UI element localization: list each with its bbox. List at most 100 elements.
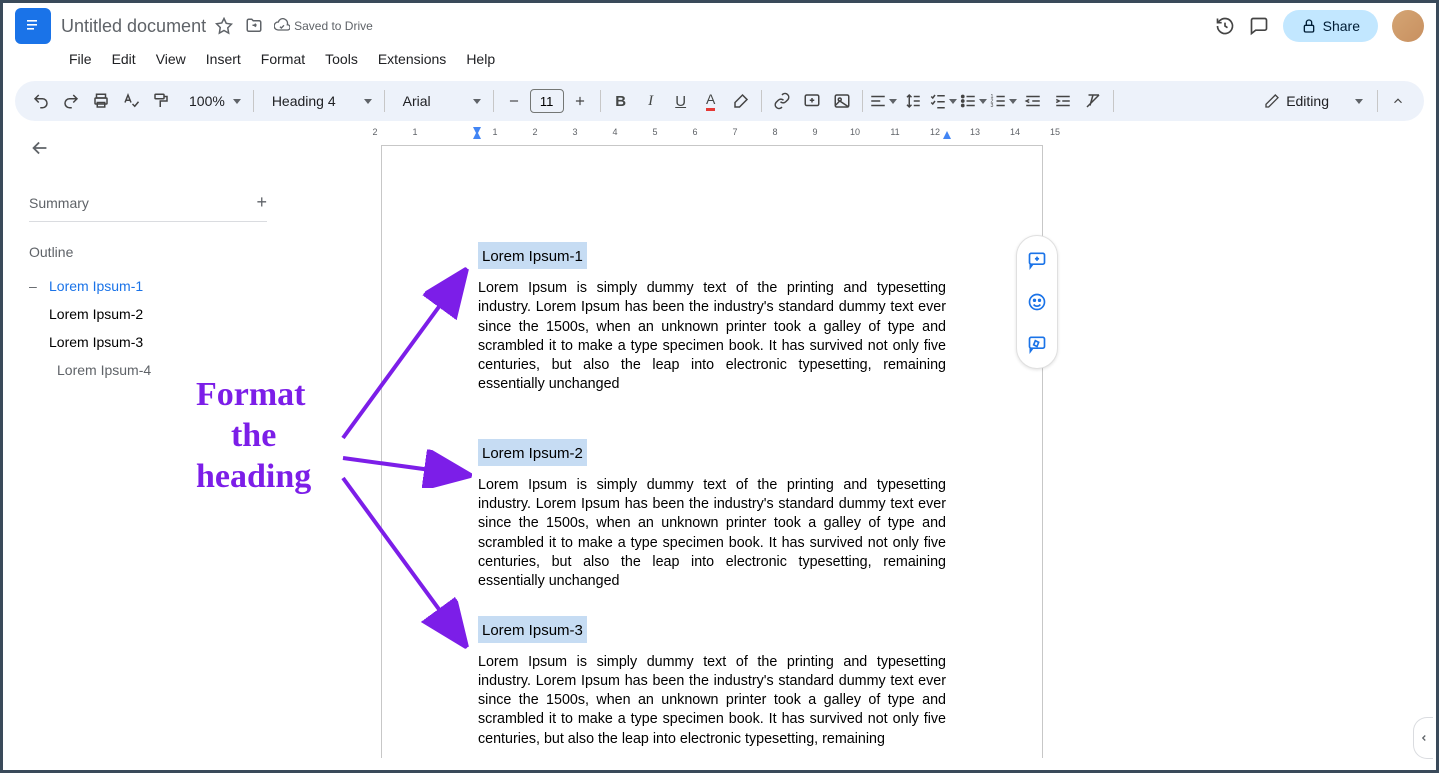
outline-item-3[interactable]: Lorem Ipsum-3	[29, 328, 267, 356]
menu-file[interactable]: File	[61, 47, 100, 71]
menu-insert[interactable]: Insert	[198, 47, 249, 71]
share-label: Share	[1323, 18, 1360, 34]
heading-2[interactable]: Lorem Ipsum-2	[478, 439, 587, 466]
heading-1[interactable]: Lorem Ipsum-1	[478, 242, 587, 269]
comment-actions-panel	[1016, 235, 1058, 369]
svg-text:5: 5	[652, 127, 657, 137]
expand-side-panel-icon[interactable]	[1413, 717, 1433, 759]
outline-item-label: Lorem Ipsum-4	[57, 362, 151, 378]
svg-text:4: 4	[612, 127, 617, 137]
svg-text:1: 1	[492, 127, 497, 137]
svg-text:10: 10	[850, 127, 860, 137]
svg-text:2: 2	[372, 127, 377, 137]
svg-text:6: 6	[692, 127, 697, 137]
paragraph[interactable]: Lorem Ipsum is simply dummy text of the …	[478, 653, 946, 749]
spellcheck-icon[interactable]	[117, 87, 145, 115]
paragraph[interactable]: Lorem Ipsum is simply dummy text of the …	[478, 279, 946, 395]
insert-image-icon[interactable]	[828, 87, 856, 115]
outline-item-label: Lorem Ipsum-3	[49, 334, 143, 350]
menu-format[interactable]: Format	[253, 47, 313, 71]
redo-icon[interactable]	[57, 87, 85, 115]
back-arrow-icon[interactable]	[29, 137, 267, 164]
outline-item-2[interactable]: Lorem Ipsum-2	[29, 300, 267, 328]
menu-bar: File Edit View Insert Format Tools Exten…	[3, 43, 1436, 75]
outline-item-label: Lorem Ipsum-1	[49, 278, 143, 294]
italic-icon[interactable]: I	[637, 87, 665, 115]
svg-text:1: 1	[412, 127, 417, 137]
zoom-value: 100%	[183, 93, 231, 109]
outline-item-label: Lorem Ipsum-2	[49, 306, 143, 322]
annotation-arrow-1	[335, 263, 475, 443]
zoom-dropdown[interactable]: 100%	[177, 93, 247, 109]
history-icon[interactable]	[1215, 16, 1235, 36]
increase-font-icon[interactable]	[566, 87, 594, 115]
add-comment-action-icon[interactable]	[1023, 246, 1051, 274]
increase-indent-icon[interactable]	[1049, 87, 1077, 115]
annotation-arrow-3	[335, 473, 475, 653]
style-dropdown[interactable]: Heading 4	[260, 93, 378, 109]
emoji-reaction-icon[interactable]	[1023, 288, 1051, 316]
svg-text:13: 13	[970, 127, 980, 137]
saved-label: Saved to Drive	[294, 19, 373, 33]
horizontal-ruler[interactable]: 21 123 456 789 101112 131415	[381, 125, 1436, 141]
checklist-icon[interactable]	[929, 87, 957, 115]
numbered-list-icon[interactable]: 123	[989, 87, 1017, 115]
line-spacing-icon[interactable]	[899, 87, 927, 115]
editing-mode-dropdown[interactable]: Editing	[1256, 93, 1371, 109]
print-icon[interactable]	[87, 87, 115, 115]
comment-icon[interactable]	[1249, 16, 1269, 36]
paragraph[interactable]: Lorem Ipsum is simply dummy text of the …	[478, 476, 946, 592]
font-size-input[interactable]: 11	[530, 89, 564, 113]
font-value: Arial	[397, 93, 437, 109]
heading-3[interactable]: Lorem Ipsum-3	[478, 616, 587, 643]
document-page[interactable]: Lorem Ipsum-1 Lorem Ipsum is simply dumm…	[381, 145, 1043, 758]
outline-item-1[interactable]: –Lorem Ipsum-1	[29, 272, 267, 300]
bullet-list-icon[interactable]	[959, 87, 987, 115]
menu-tools[interactable]: Tools	[317, 47, 366, 71]
user-avatar[interactable]	[1392, 10, 1424, 42]
share-button[interactable]: Share	[1283, 10, 1378, 42]
svg-text:14: 14	[1010, 127, 1020, 137]
svg-text:11: 11	[890, 127, 899, 137]
collapse-toolbar-icon[interactable]	[1384, 87, 1412, 115]
text-color-icon[interactable]: A	[697, 87, 725, 115]
underline-icon[interactable]: U	[667, 87, 695, 115]
svg-text:15: 15	[1050, 127, 1060, 137]
add-summary-icon[interactable]: +	[256, 192, 267, 213]
svg-text:9: 9	[812, 127, 817, 137]
title-bar: Untitled document Saved to Drive Share	[3, 3, 1436, 43]
suggest-edit-icon[interactable]	[1023, 330, 1051, 358]
editing-mode-label: Editing	[1286, 93, 1329, 109]
decrease-font-icon[interactable]	[500, 87, 528, 115]
svg-text:2: 2	[532, 127, 537, 137]
menu-help[interactable]: Help	[458, 47, 503, 71]
bold-icon[interactable]: B	[607, 87, 635, 115]
add-comment-icon[interactable]	[798, 87, 826, 115]
save-status: Saved to Drive	[274, 18, 373, 34]
docs-logo[interactable]	[15, 8, 51, 44]
svg-text:8: 8	[772, 127, 777, 137]
paint-format-icon[interactable]	[147, 87, 175, 115]
move-icon[interactable]	[244, 16, 264, 36]
menu-view[interactable]: View	[148, 47, 194, 71]
align-icon[interactable]	[869, 87, 897, 115]
font-dropdown[interactable]: Arial	[391, 93, 487, 109]
style-value: Heading 4	[266, 93, 342, 109]
document-title[interactable]: Untitled document	[61, 16, 206, 37]
svg-text:7: 7	[732, 127, 737, 137]
star-icon[interactable]	[214, 16, 234, 36]
menu-extensions[interactable]: Extensions	[370, 47, 454, 71]
toolbar: 100% Heading 4 Arial 11 B I U A 123 Edit…	[15, 81, 1424, 121]
svg-text:3: 3	[990, 103, 993, 109]
outline-label: Outline	[29, 244, 267, 260]
decrease-indent-icon[interactable]	[1019, 87, 1047, 115]
undo-icon[interactable]	[27, 87, 55, 115]
clear-format-icon[interactable]	[1079, 87, 1107, 115]
summary-label: Summary	[29, 195, 89, 211]
link-icon[interactable]	[768, 87, 796, 115]
svg-text:12: 12	[930, 127, 940, 137]
menu-edit[interactable]: Edit	[104, 47, 144, 71]
annotation-text: Format the heading	[196, 375, 311, 497]
highlight-icon[interactable]	[727, 87, 755, 115]
svg-text:3: 3	[572, 127, 577, 137]
